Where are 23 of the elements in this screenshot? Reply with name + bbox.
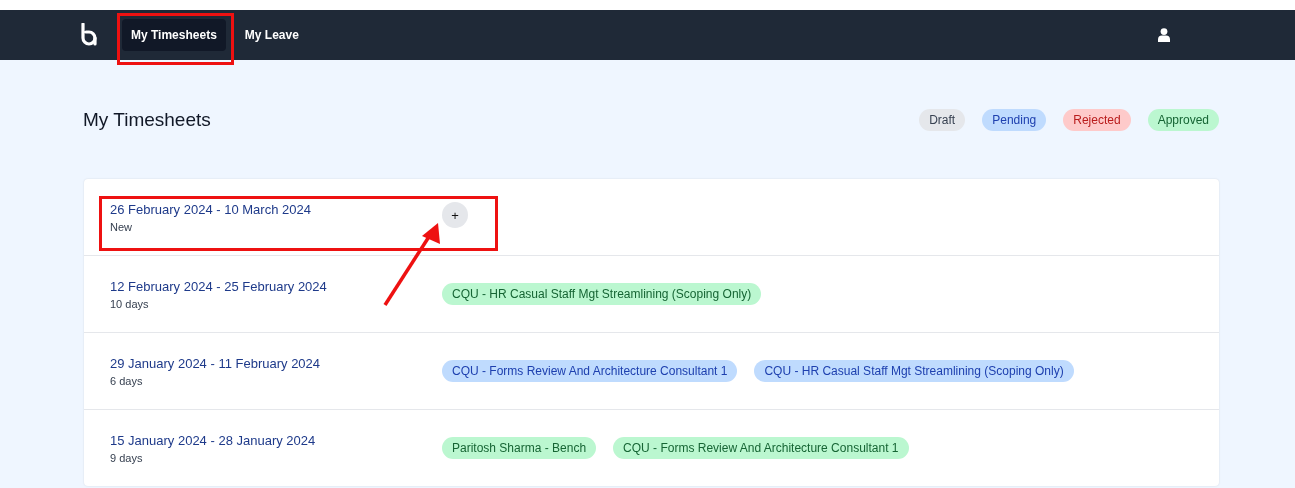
date-range-link[interactable]: 29 January 2024 - 11 February 2024 (110, 355, 442, 371)
legend-tag: Draft (919, 109, 966, 131)
timesheet-detail: 9 days (110, 451, 144, 464)
date-range-link[interactable]: 15 January 2024 - 28 January 2024 (110, 432, 442, 448)
add-button[interactable]: + (442, 202, 468, 228)
nav-tab[interactable]: My Leave (235, 19, 308, 51)
nav-tab[interactable]: My Timesheets (122, 19, 226, 51)
date-range-link[interactable]: 26 February 2024 - 10 March 2024 (110, 201, 442, 217)
timesheet-detail: 6 days (110, 374, 144, 387)
page-title: My Timesheets (83, 109, 212, 131)
timesheet-detail: 10 days (110, 297, 150, 310)
logo-icon[interactable] (80, 23, 100, 47)
status-tag: CQU - HR Casual Staff Mgt Streamlining (Scoping Only) (442, 283, 762, 305)
status-tag: CQU - HR Casual Staff Mgt Streamlining (Scoping Only) (754, 360, 1074, 382)
status-tag: Paritosh Sharma - Bench (442, 437, 597, 459)
status-tag: CQU - Forms Review And Architecture Consultant 1 (442, 360, 738, 382)
legend-tag: Rejected (1063, 109, 1131, 131)
status-tag: CQU - Forms Review And Architecture Consultant 1 (613, 437, 909, 459)
legend-tag: Approved (1147, 109, 1219, 131)
legend-tag: Pending (982, 109, 1047, 131)
timesheet-detail: New (110, 220, 133, 233)
user-icon[interactable] (1158, 28, 1170, 42)
date-range-link[interactable]: 12 February 2024 - 25 February 2024 (110, 278, 442, 294)
